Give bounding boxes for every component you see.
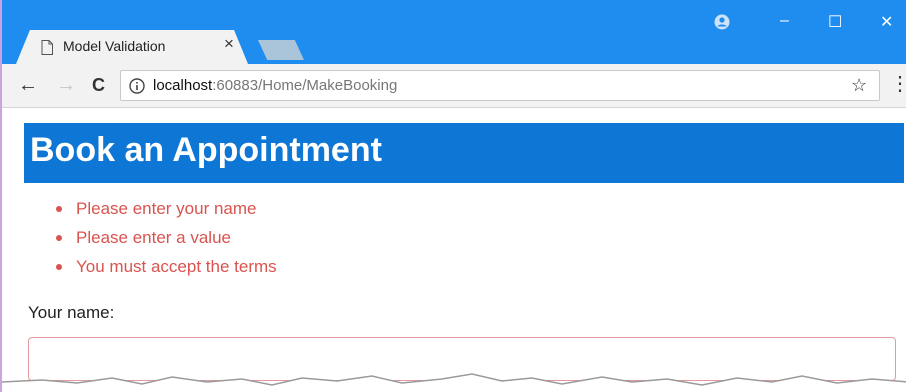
profile-icon[interactable] <box>714 14 730 30</box>
browser-tab[interactable]: Model Validation × <box>16 30 248 64</box>
url-host: localhost <box>153 77 213 94</box>
maximize-button[interactable]: ☐ <box>828 12 842 32</box>
close-window-button[interactable]: ✕ <box>880 12 893 32</box>
error-item: Please enter a value <box>52 227 277 256</box>
error-item: Please enter your name <box>52 198 277 227</box>
new-tab-button[interactable] <box>258 40 304 60</box>
back-button[interactable]: ← <box>18 74 38 97</box>
browser-window: Model Validation × – ☐ ✕ ← → C localhost… <box>0 0 906 392</box>
tab-title: Model Validation <box>63 38 166 54</box>
tab-close-icon[interactable]: × <box>224 34 234 54</box>
torn-edge <box>2 373 906 392</box>
bullet-icon <box>56 206 62 212</box>
validation-summary: Please enter your name Please enter a va… <box>52 198 277 285</box>
name-label: Your name: <box>28 303 115 322</box>
error-text: Please enter your name <box>76 199 257 218</box>
error-item: You must accept the terms <box>52 256 277 285</box>
menu-icon[interactable]: ⋮ <box>890 74 906 94</box>
error-text: You must accept the terms <box>76 257 277 276</box>
page-icon <box>41 40 53 55</box>
bullet-icon <box>56 264 62 270</box>
title-bar: Model Validation × – ☐ ✕ <box>2 0 906 64</box>
page-header: Book an Appointment <box>24 123 904 183</box>
forward-button[interactable]: → <box>56 74 76 97</box>
bookmark-star-icon[interactable]: ☆ <box>851 75 867 96</box>
url-text: localhost:60883/Home/MakeBooking <box>153 77 397 94</box>
info-icon[interactable] <box>129 78 145 94</box>
url-path: :60883/Home/MakeBooking <box>212 77 398 94</box>
browser-toolbar: ← → C localhost:60883/Home/MakeBooking ☆… <box>2 64 906 108</box>
reload-button[interactable]: C <box>92 75 105 96</box>
page-title: Book an Appointment <box>30 131 382 169</box>
bullet-icon <box>56 235 62 241</box>
address-bar[interactable]: localhost:60883/Home/MakeBooking ☆ <box>120 70 880 101</box>
minimize-button[interactable]: – <box>780 12 789 30</box>
error-text: Please enter a value <box>76 228 231 247</box>
